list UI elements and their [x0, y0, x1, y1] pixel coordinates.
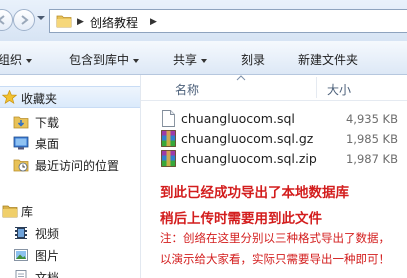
back-button[interactable]: [0, 9, 13, 31]
nav-pictures-label: 图片: [35, 249, 60, 263]
file-list-pane: 名称 大小 chuangluocom.sql 4,935 KB chuanglu…: [141, 75, 407, 278]
new-folder-button[interactable]: 新建文件夹: [298, 51, 358, 68]
back-arrow-icon: [0, 15, 5, 25]
libraries-icon: [2, 205, 18, 218]
file-name: chuangluocom.sql.zip: [181, 151, 317, 166]
column-header-size[interactable]: 大小: [327, 81, 351, 98]
breadcrumb-arrow-icon[interactable]: ▶: [77, 17, 84, 27]
file-size: 4,935 KB: [345, 112, 398, 126]
annotation-line-2: 稍后上传时需要用到此文件: [160, 211, 322, 227]
nav-recent-places[interactable]: 最近访问的位置: [13, 155, 140, 175]
nav-recent-places-label: 最近访问的位置: [35, 159, 120, 173]
address-bar[interactable]: ▶ 创络教程 ▶: [49, 9, 407, 33]
nav-downloads[interactable]: 下载: [13, 112, 140, 132]
command-toolbar: 组织 包含到库中 共享 刻录 新建文件夹: [0, 41, 407, 75]
navigation-pane: 收藏夹 下载 桌面 最近访问的位置 库 视频 图片 文档: [0, 75, 141, 278]
nav-downloads-label: 下载: [35, 116, 60, 130]
burn-button[interactable]: 刻录: [241, 51, 265, 68]
column-header-row: 名称 大小: [141, 75, 407, 101]
share-button[interactable]: 共享: [173, 51, 208, 68]
pictures-icon: [14, 249, 28, 261]
file-row[interactable]: chuangluocom.sql.gz 1,985 KB: [141, 129, 407, 149]
share-label: 共享: [173, 53, 198, 67]
desktop-icon: [13, 136, 29, 150]
chevron-down-icon: [133, 58, 140, 63]
nav-favorites-label: 收藏夹: [21, 92, 58, 106]
file-row[interactable]: chuangluocom.sql.zip 1,987 KB: [141, 149, 407, 169]
nav-libraries-label: 库: [21, 205, 34, 219]
documents-icon: [15, 270, 27, 278]
organize-label: 组织: [0, 53, 23, 67]
annotation-line-4: 以演示给大家看，实际只需要导出一种即可！: [160, 252, 390, 266]
column-header-name[interactable]: 名称: [175, 81, 199, 98]
file-name: chuangluocom.sql: [181, 111, 295, 126]
explorer-window: ▶ 创络教程 ▶ 组织 包含到库中 共享 刻录 新建文件夹 收藏夹 下载 桌面 …: [0, 0, 407, 278]
star-icon: [2, 90, 17, 104]
nav-desktop[interactable]: 桌面: [13, 133, 140, 153]
breadcrumb-arrow-icon[interactable]: ▶: [150, 17, 157, 27]
nav-libraries[interactable]: 库: [0, 201, 140, 221]
forward-button[interactable]: [13, 9, 35, 31]
recent-pages-dropdown[interactable]: [37, 16, 45, 20]
nav-favorites[interactable]: 收藏夹: [0, 86, 140, 108]
chevron-down-icon: [26, 58, 33, 63]
nav-videos-label: 视频: [35, 227, 60, 241]
sort-ascending-icon: [236, 75, 246, 81]
include-in-library-button[interactable]: 包含到库中: [69, 51, 140, 68]
include-in-library-label: 包含到库中: [69, 53, 130, 67]
file-row[interactable]: chuangluocom.sql 4,935 KB: [141, 109, 407, 129]
annotation-line-1: 到此已经成功导出了本地数据库: [160, 185, 349, 201]
chevron-down-icon: [201, 58, 208, 63]
folder-icon: [56, 15, 72, 28]
address-row: ▶ 创络教程 ▶: [0, 0, 407, 41]
breadcrumb-current-folder[interactable]: 创络教程: [90, 14, 138, 31]
nav-documents-label: 文档: [35, 271, 60, 278]
annotation-line-3: 注：创络在这里分别以三种格式导出了数据，: [160, 231, 390, 245]
nav-videos[interactable]: 视频: [13, 223, 140, 243]
file-size: 1,987 KB: [345, 152, 398, 166]
archive-icon: [161, 130, 176, 147]
nav-documents[interactable]: 文档: [13, 267, 140, 278]
recent-places-icon: [13, 159, 29, 172]
nav-desktop-label: 桌面: [35, 137, 60, 151]
archive-icon: [161, 150, 176, 167]
column-divider[interactable]: [316, 77, 317, 98]
downloads-folder-icon: [13, 116, 29, 129]
nav-pictures[interactable]: 图片: [13, 245, 140, 265]
videos-icon: [15, 227, 27, 239]
file-size: 1,985 KB: [345, 132, 398, 146]
file-name: chuangluocom.sql.gz: [181, 131, 314, 146]
sql-file-icon: [162, 110, 175, 127]
organize-button[interactable]: 组织: [0, 51, 33, 68]
forward-arrow-icon: [21, 15, 29, 25]
